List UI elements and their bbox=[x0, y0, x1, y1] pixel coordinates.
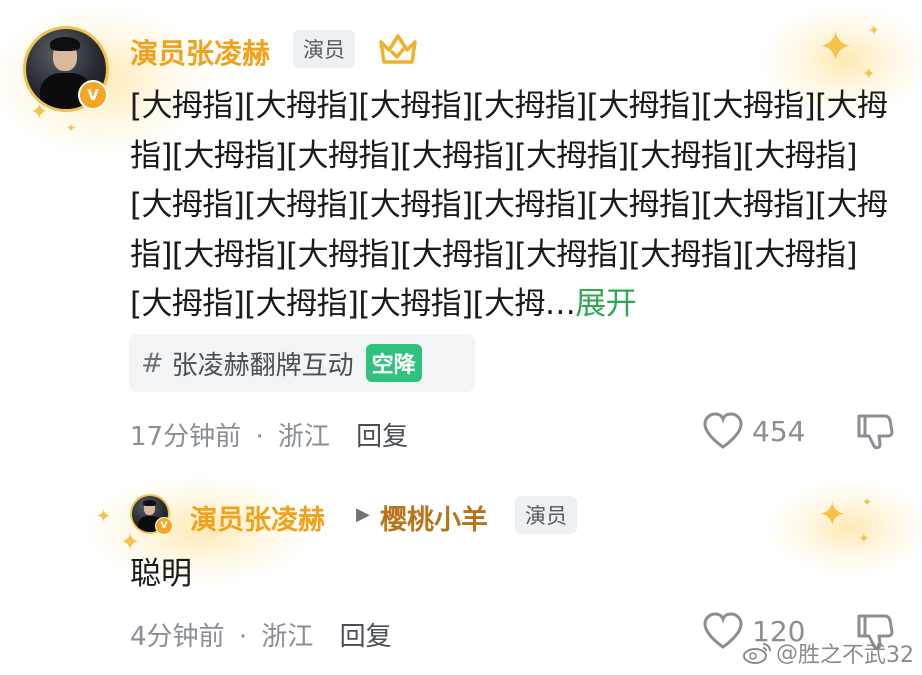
weibo-logo-icon bbox=[743, 643, 771, 664]
reply-target-tag: 演员 bbox=[515, 496, 577, 534]
heart-icon bbox=[703, 412, 743, 449]
reply-reply-button[interactable]: 回复 bbox=[340, 622, 392, 652]
verified-v-icon: V bbox=[155, 517, 173, 535]
heart-icon bbox=[703, 612, 743, 649]
like-button[interactable]: 454 bbox=[702, 412, 805, 450]
reply-time: 4分钟前 bbox=[130, 622, 225, 652]
verified-v-icon: V bbox=[78, 80, 108, 110]
sparkle-icon: ✦ bbox=[818, 22, 854, 71]
sparkle-icon: ✦ bbox=[858, 531, 870, 547]
sparkle-icon: ✦ bbox=[818, 495, 847, 535]
reply-meta: 4分钟前 · 浙江 回复 bbox=[130, 616, 392, 653]
comment-text: [大拇指][大拇指][大拇指][大拇指][大拇指][大拇指][大拇指][大拇指]… bbox=[130, 82, 890, 330]
comment-body: [大拇指][大拇指][大拇指][大拇指][大拇指][大拇指][大拇指][大拇指]… bbox=[130, 88, 888, 322]
author-tag: 演员 bbox=[293, 30, 355, 68]
like-count: 454 bbox=[752, 414, 806, 448]
sparkle-icon: ✦ bbox=[66, 121, 77, 135]
topic-badge: 空降 bbox=[365, 344, 422, 382]
reply-location: 浙江 bbox=[261, 622, 314, 652]
reply-button[interactable]: 回复 bbox=[356, 422, 408, 452]
crown-badge-icon bbox=[379, 34, 417, 64]
sparkle-icon: ✦ bbox=[862, 495, 873, 509]
reply-target-name[interactable]: 樱桃小羊 bbox=[380, 498, 488, 537]
sparkle-icon: ✦ bbox=[96, 506, 112, 527]
thumbs-down-icon[interactable] bbox=[855, 412, 895, 452]
reply-arrow-icon: ▶ bbox=[356, 504, 370, 525]
watermark: @ 胜之不武32 bbox=[742, 637, 914, 669]
sparkle-icon: ✦ bbox=[868, 23, 880, 39]
meta-separator: · bbox=[255, 422, 264, 452]
watermark-name: 胜之不武32 bbox=[798, 643, 914, 668]
comment-meta: 17分钟前 · 浙江 回复 bbox=[130, 416, 408, 453]
comment-time: 17分钟前 bbox=[130, 422, 242, 452]
comment-location: 浙江 bbox=[277, 422, 330, 452]
author-name[interactable]: 演员张凌赫 bbox=[130, 32, 270, 72]
topic-chip[interactable]: # 张凌赫翻牌互动 空降 bbox=[129, 334, 475, 392]
expand-link[interactable]: 展开 bbox=[575, 286, 636, 322]
sparkle-icon: ✦ bbox=[862, 64, 876, 83]
ellipsis: … bbox=[544, 286, 576, 322]
reply-text: 聪明 bbox=[130, 556, 192, 592]
hash-icon: # bbox=[141, 347, 164, 379]
meta-separator: · bbox=[238, 622, 248, 652]
reply-author-name[interactable]: 演员张凌赫 bbox=[190, 498, 325, 537]
topic-label: 张凌赫翻牌互动 bbox=[171, 350, 354, 381]
watermark-at: @ bbox=[776, 640, 798, 666]
